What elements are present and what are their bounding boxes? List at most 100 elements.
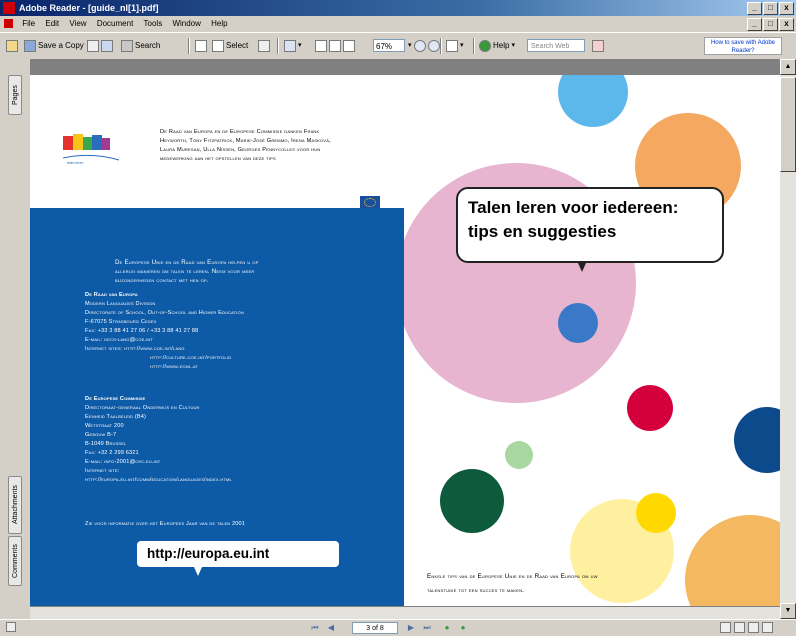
menu-tools[interactable]: Tools: [140, 16, 167, 32]
fit-width-icon[interactable]: [343, 39, 355, 52]
commission-heading: De Europese Commissie: [85, 396, 146, 402]
commission-line: B-1049 Brussel: [85, 441, 127, 447]
contact-intro-line: De Europese Unie en de Raad van Europa h…: [115, 259, 259, 266]
previous-view-icon[interactable]: ●: [442, 623, 452, 633]
acknowledgement-text: De Raad van Europa en de Europese Commis…: [160, 128, 400, 164]
commission-line: Internet site:: [85, 468, 120, 474]
navy-circle: [734, 407, 780, 473]
app-icon: [3, 2, 15, 14]
doc-restore-button[interactable]: □: [763, 18, 778, 31]
save-copy-button[interactable]: Save a Copy: [24, 38, 84, 53]
contact-intro: De Europese Unie en de Raad van Europa h…: [115, 258, 415, 285]
save-copy-label: Save a Copy: [38, 41, 84, 50]
text-cursor-icon: [212, 39, 224, 52]
vertical-scrollbar[interactable]: ▲ ▼: [780, 59, 796, 619]
url-callout: http://europa.eu.int: [137, 541, 339, 567]
help-dropdown-icon: ▾: [511, 42, 515, 49]
select-text-button[interactable]: Select: [212, 38, 248, 53]
zoom-in-icon[interactable]: [284, 39, 296, 52]
commission-line: http://europa.eu.int/comm/education/lang…: [85, 477, 232, 483]
help-icon: [479, 39, 491, 52]
gold-circle: [636, 493, 676, 533]
url-callout-tail: [194, 567, 202, 576]
bubble-title-line: tips en suggesties: [468, 222, 617, 241]
doc-minimize-button[interactable]: _: [747, 18, 762, 31]
search-button[interactable]: Search: [121, 38, 160, 53]
continuous-icon[interactable]: [734, 622, 745, 633]
zoom-out-icon[interactable]: [413, 39, 426, 52]
snapshot-icon[interactable]: [258, 39, 270, 52]
logo-image: talen leren: [62, 134, 120, 165]
council-line: Internet sites: http://www.coe.int/lang: [85, 346, 185, 352]
promo-banner[interactable]: How to save with Adobe Reader?: [704, 37, 782, 55]
intro-line: De Raad van Europa en de Europese Commis…: [160, 129, 320, 135]
council-line: E-mail: decs-lang@coe.int: [85, 337, 154, 343]
council-heading: De Raad van Europa: [85, 292, 138, 298]
help-label: Help: [493, 41, 510, 50]
zoom-in-plus-icon[interactable]: [427, 39, 440, 52]
menu-file[interactable]: File: [18, 16, 39, 32]
help-button[interactable]: Help ▾: [479, 38, 515, 53]
fit-page-icon[interactable]: [329, 39, 341, 52]
bubble-title-line: Talen leren voor iedereen:: [468, 198, 679, 217]
scroll-up-icon[interactable]: ▲: [780, 59, 796, 75]
zoom-dropdown-icon[interactable]: ▾: [298, 38, 302, 53]
single-page-icon[interactable]: [720, 622, 731, 633]
commission-contact: De Europese Commissie Directoraat-genera…: [85, 395, 395, 485]
zoom-menu-icon[interactable]: ▾: [408, 38, 412, 53]
previous-page-icon[interactable]: ◀: [326, 623, 336, 633]
next-view-icon[interactable]: ●: [458, 623, 468, 633]
page-layout-icon[interactable]: [446, 39, 458, 52]
title-bubble: Talen leren voor iedereen: tips en sugge…: [456, 187, 724, 263]
window-title: Adobe Reader - [guide_nl[1].pdf]: [19, 3, 159, 13]
footer-text: Enkele tips van de Europese Unie en de R…: [427, 570, 767, 598]
actual-size-icon[interactable]: [315, 39, 327, 52]
menu-document[interactable]: Document: [93, 16, 137, 32]
facing-icon[interactable]: [748, 622, 759, 633]
yahoo-search-icon[interactable]: [592, 39, 604, 52]
council-url: http://culture.coe.int/portfolio: [150, 355, 232, 361]
email-icon[interactable]: [101, 39, 113, 52]
open-icon[interactable]: [6, 39, 18, 52]
navigation-pane: Pages Attachments Comments: [0, 59, 30, 619]
minimize-button[interactable]: _: [747, 2, 762, 15]
next-page-icon[interactable]: ▶: [406, 623, 416, 633]
council-contact: De Raad van Europa Modern Languages Divi…: [85, 291, 395, 372]
tab-comments[interactable]: Comments: [8, 536, 22, 586]
close-button[interactable]: x: [779, 2, 794, 15]
search-label: Search: [135, 41, 161, 50]
hand-tool-icon[interactable]: [195, 39, 207, 52]
menu-help[interactable]: Help: [207, 16, 231, 32]
svg-text:talen leren: talen leren: [67, 161, 83, 165]
intro-line: medewerking aan het opstellen van deze t…: [160, 156, 276, 162]
bubble-tail: [578, 263, 586, 272]
first-page-icon[interactable]: ⏮: [310, 623, 320, 633]
tab-pages[interactable]: Pages: [8, 75, 22, 115]
menu-bar: File Edit View Document Tools Window Hel…: [0, 16, 796, 32]
document-view[interactable]: talen leren De Raad van Europa en de Eur…: [30, 59, 780, 619]
last-page-icon[interactable]: ⏭: [422, 623, 432, 633]
zoom-input[interactable]: 67%: [373, 39, 405, 52]
horizontal-scrollbar[interactable]: [30, 607, 780, 619]
layout-dropdown-icon[interactable]: ▾: [460, 38, 464, 53]
menu-window[interactable]: Window: [168, 16, 204, 32]
maximize-button[interactable]: □: [763, 2, 778, 15]
binoculars-icon: [121, 39, 133, 52]
print-icon[interactable]: [87, 39, 99, 52]
menu-view[interactable]: View: [65, 16, 90, 32]
intro-line: Heyworth, Tony Fitzpatrick, Marie-José G…: [160, 138, 331, 144]
footer-line: Enkele tips van de Europese Unie en de R…: [427, 573, 598, 580]
scroll-down-icon[interactable]: ▼: [780, 603, 796, 619]
menu-edit[interactable]: Edit: [41, 16, 63, 32]
continuous-facing-icon[interactable]: [762, 622, 773, 633]
title-bar: Adobe Reader - [guide_nl[1].pdf] _ □ x: [0, 0, 796, 16]
page-number-field[interactable]: 3 of 8: [352, 622, 398, 634]
commission-line: E-mail: info-2001@cec.eu.int: [85, 459, 161, 465]
intro-line: Laura Muresan, Ulla Nissen, Georges Penn…: [160, 147, 321, 153]
search-web-input[interactable]: Search Web: [527, 39, 585, 52]
contact-intro-line: allerlei manieren om talen te leren. Nee…: [115, 268, 255, 275]
footer-line: talenstudie tot een succes te maken.: [427, 587, 525, 594]
scroll-thumb[interactable]: [780, 77, 796, 172]
doc-close-button[interactable]: x: [779, 18, 794, 31]
tab-attachments[interactable]: Attachments: [8, 476, 22, 534]
